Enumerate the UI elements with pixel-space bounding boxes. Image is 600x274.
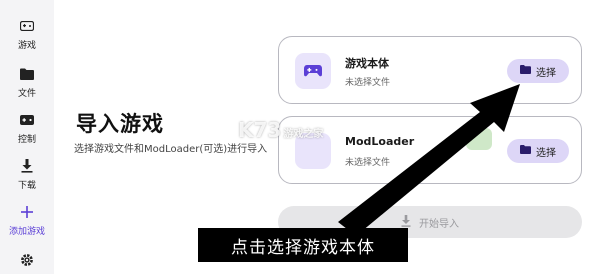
watermark-subtext: 游戏之家 [283, 129, 324, 140]
tutorial-caption: 点击选择游戏本体 [198, 228, 408, 262]
watermark-text: K73 [238, 118, 282, 142]
site-watermark: K73 游戏之家 [238, 118, 323, 142]
